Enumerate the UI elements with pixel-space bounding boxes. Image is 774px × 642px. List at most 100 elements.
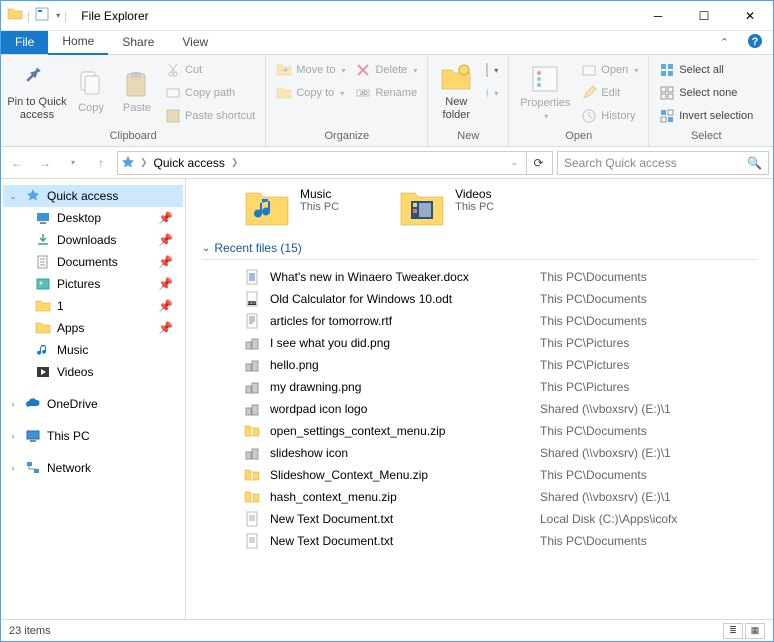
forward-button[interactable]: → xyxy=(33,151,57,175)
copyto-icon xyxy=(276,85,292,101)
group-label-organize: Organize xyxy=(272,130,421,146)
edit-icon xyxy=(581,85,597,101)
file-row[interactable]: ODTOld Calculator for Windows 10.odtThis… xyxy=(202,288,757,310)
section-recent-files[interactable]: ⌄ Recent files (15) xyxy=(202,241,757,260)
properties-button[interactable]: Properties▾ xyxy=(515,57,575,125)
file-row[interactable]: I see what you did.pngThis PC\Pictures xyxy=(202,332,757,354)
scissors-icon xyxy=(165,62,181,78)
address-dropdown-icon[interactable]: ⌄ xyxy=(506,157,522,168)
rename-button[interactable]: abRename xyxy=(351,82,421,104)
ribbon-tabs: File Home Share View ⌃ ? xyxy=(1,31,773,55)
properties-qat-icon[interactable] xyxy=(34,6,50,25)
group-label-open: Open xyxy=(515,130,642,146)
large-icons-view-button[interactable]: ▦ xyxy=(745,623,765,639)
nav-this-pc[interactable]: ›This PC xyxy=(3,425,183,447)
tab-share[interactable]: Share xyxy=(108,31,168,54)
moveto-button[interactable]: Move to▾ xyxy=(272,59,349,81)
new-item-button[interactable]: ▾ xyxy=(480,59,502,81)
chevron-down-icon[interactable]: ⌄ xyxy=(7,191,19,202)
copy-path-button[interactable]: Copy path xyxy=(161,82,259,104)
select-all-button[interactable]: Select all xyxy=(655,59,757,81)
folder-icon xyxy=(7,6,23,25)
file-row[interactable]: hello.pngThis PC\Pictures xyxy=(202,354,757,376)
open-button[interactable]: Open▾ xyxy=(577,59,642,81)
nav-item-documents[interactable]: Documents📌 xyxy=(3,251,183,273)
group-select: Select all Select none Invert selection … xyxy=(649,55,763,146)
file-icon xyxy=(244,401,260,417)
file-icon xyxy=(244,313,260,329)
chevron-right-icon[interactable]: › xyxy=(7,431,19,441)
tile-music[interactable]: MusicThis PC xyxy=(244,187,339,227)
chevron-right-icon[interactable]: ❯ xyxy=(140,157,148,168)
paste-button[interactable]: Paste xyxy=(115,57,159,125)
chevron-right-icon[interactable]: ❯ xyxy=(231,157,239,168)
invert-selection-button[interactable]: Invert selection xyxy=(655,105,757,127)
content-area[interactable]: MusicThis PC VideosThis PC ⌄ Recent files… xyxy=(186,179,773,619)
help-button[interactable]: ? xyxy=(737,29,773,56)
file-row[interactable]: Slideshow_Context_Menu.zipThis PC\Docume… xyxy=(202,464,757,486)
invert-icon xyxy=(659,108,675,124)
qat-divider: | xyxy=(27,9,30,23)
address-bar[interactable]: ❯ Quick access ❯ ⌄ ⟳ xyxy=(117,151,553,175)
file-icon xyxy=(244,445,260,461)
file-row[interactable]: slideshow iconShared (\\vboxsrv) (E:)\1 xyxy=(202,442,757,464)
copyto-button[interactable]: Copy to▾ xyxy=(272,82,349,104)
minimize-button[interactable]: ─ xyxy=(635,1,681,31)
view-buttons: ≣ ▦ xyxy=(723,623,765,639)
tab-file[interactable]: File xyxy=(1,31,48,54)
up-button[interactable]: ↑ xyxy=(89,151,113,175)
history-icon xyxy=(581,108,597,124)
tile-videos[interactable]: VideosThis PC xyxy=(399,187,494,227)
nav-quick-access[interactable]: ⌄ Quick access xyxy=(3,185,183,207)
svg-text:ab: ab xyxy=(360,90,368,97)
nav-network[interactable]: ›Network xyxy=(3,457,183,479)
qat-dropdown-icon[interactable]: ▾ xyxy=(56,11,60,20)
easy-access-button[interactable]: ▾ xyxy=(480,82,502,104)
nav-item-videos[interactable]: Videos xyxy=(3,361,183,383)
rename-icon: ab xyxy=(355,85,371,101)
minimize-ribbon-button[interactable]: ⌃ xyxy=(712,36,737,49)
delete-button[interactable]: Delete▾ xyxy=(351,59,421,81)
file-row[interactable]: my drawning.pngThis PC\Pictures xyxy=(202,376,757,398)
chevron-right-icon[interactable]: › xyxy=(7,399,19,409)
search-box[interactable]: Search Quick access 🔍 xyxy=(557,151,769,175)
file-row[interactable]: hash_context_menu.zipShared (\\vboxsrv) … xyxy=(202,486,757,508)
maximize-button[interactable]: ☐ xyxy=(681,1,727,31)
file-row[interactable]: wordpad icon logoShared (\\vboxsrv) (E:)… xyxy=(202,398,757,420)
history-button[interactable]: History xyxy=(577,105,642,127)
nav-item-1[interactable]: 1📌 xyxy=(3,295,183,317)
details-view-button[interactable]: ≣ xyxy=(723,623,743,639)
copy-button[interactable]: Copy xyxy=(69,57,113,125)
nav-item-desktop[interactable]: Desktop📌 xyxy=(3,207,183,229)
nav-item-pictures[interactable]: Pictures📌 xyxy=(3,273,183,295)
tab-home[interactable]: Home xyxy=(48,30,108,55)
paste-shortcut-button[interactable]: Paste shortcut xyxy=(161,105,259,127)
group-new: New folder ▾ ▾ New xyxy=(428,55,509,146)
select-none-button[interactable]: Select none xyxy=(655,82,757,104)
file-icon xyxy=(244,423,260,439)
pin-quick-access-button[interactable]: Pin to Quick access xyxy=(7,57,67,125)
pin-icon xyxy=(21,62,53,94)
cut-button[interactable]: Cut xyxy=(161,59,259,81)
recent-locations-button[interactable]: ▾ xyxy=(61,151,85,175)
file-row[interactable]: New Text Document.txtLocal Disk (C:)\App… xyxy=(202,508,757,530)
crumb-quick-access[interactable]: Quick access xyxy=(152,156,227,170)
edit-button[interactable]: Edit xyxy=(577,82,642,104)
back-button[interactable]: ← xyxy=(5,151,29,175)
file-row[interactable]: New Text Document.txtThis PC\Documents xyxy=(202,530,757,552)
navigation-pane[interactable]: ⌄ Quick access Desktop📌Downloads📌Documen… xyxy=(1,179,186,619)
file-row[interactable]: What's new in Winaero Tweaker.docxThis P… xyxy=(202,266,757,288)
nav-onedrive[interactable]: ›OneDrive xyxy=(3,393,183,415)
new-folder-button[interactable]: New folder xyxy=(434,57,478,125)
refresh-button[interactable]: ⟳ xyxy=(526,152,550,174)
file-row[interactable]: articles for tomorrow.rtfThis PC\Documen… xyxy=(202,310,757,332)
group-label-new: New xyxy=(434,130,502,146)
group-clipboard: Pin to Quick access Copy Paste Cut Copy … xyxy=(1,55,266,146)
nav-item-music[interactable]: Music xyxy=(3,339,183,361)
nav-item-apps[interactable]: Apps📌 xyxy=(3,317,183,339)
close-button[interactable]: ✕ xyxy=(727,1,773,31)
chevron-right-icon[interactable]: › xyxy=(7,463,19,473)
file-row[interactable]: open_settings_context_menu.zipThis PC\Do… xyxy=(202,420,757,442)
tab-view[interactable]: View xyxy=(168,31,222,54)
nav-item-downloads[interactable]: Downloads📌 xyxy=(3,229,183,251)
